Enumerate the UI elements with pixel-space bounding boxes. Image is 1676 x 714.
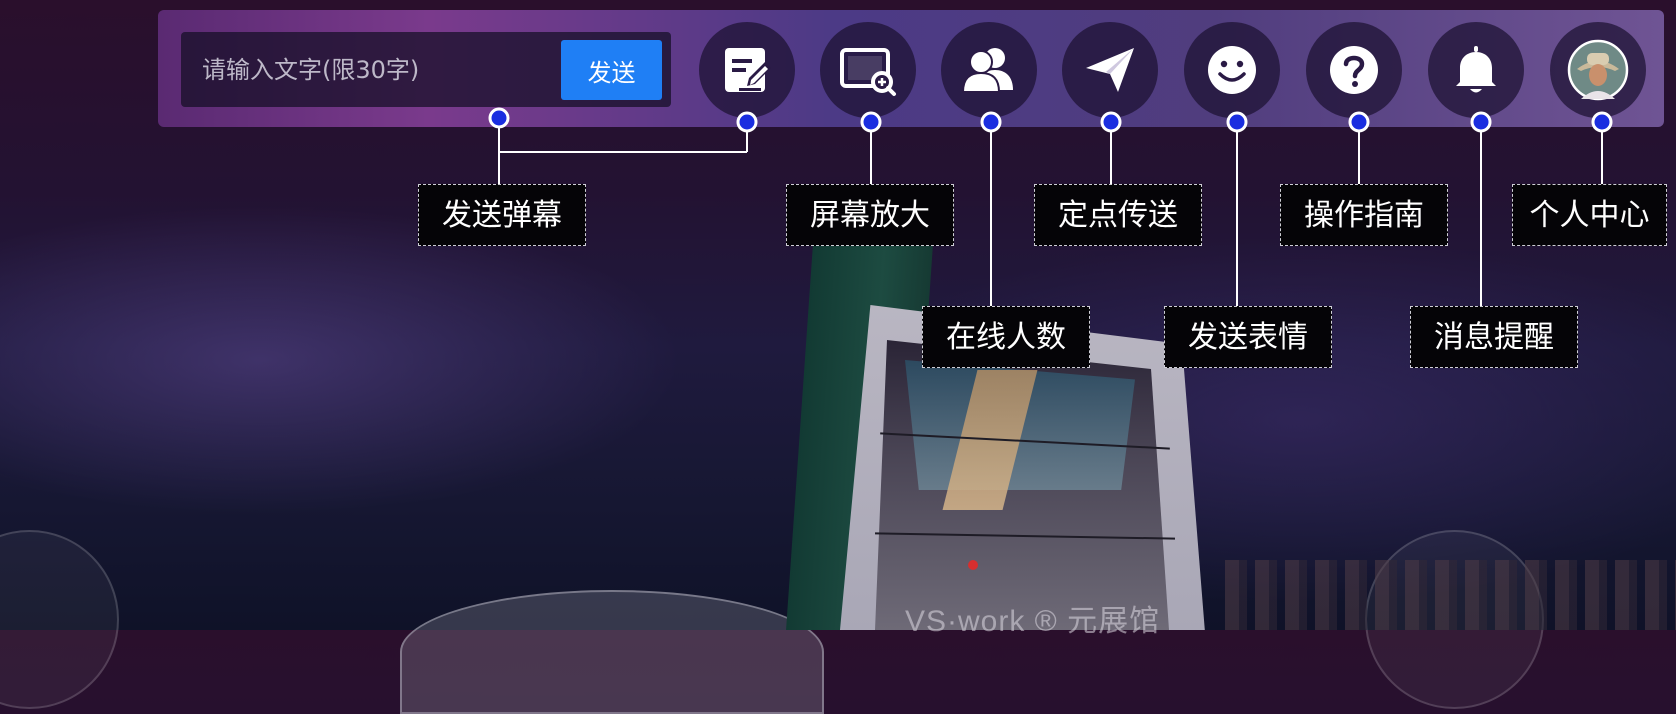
callout-notify: 消息提醒	[1410, 306, 1578, 368]
marker-dot	[1591, 111, 1613, 133]
callout-online-count: 在线人数	[922, 306, 1090, 368]
marker-dot	[1100, 111, 1122, 133]
marker-dot	[488, 107, 510, 129]
callout-guide: 操作指南	[1280, 184, 1448, 246]
marker-dot	[736, 111, 758, 133]
callout-send-danmaku: 发送弹幕	[418, 184, 586, 246]
marker-dot	[1226, 111, 1248, 133]
marker-dot	[860, 111, 882, 133]
marker-dot	[980, 111, 1002, 133]
callout-send-emoji: 发送表情	[1164, 306, 1332, 368]
callout-profile: 个人中心	[1512, 184, 1667, 246]
marker-dot	[1348, 111, 1370, 133]
callout-teleport: 定点传送	[1034, 184, 1202, 246]
marker-dot	[1470, 111, 1492, 133]
callout-zoom-screen: 屏幕放大	[786, 184, 954, 246]
